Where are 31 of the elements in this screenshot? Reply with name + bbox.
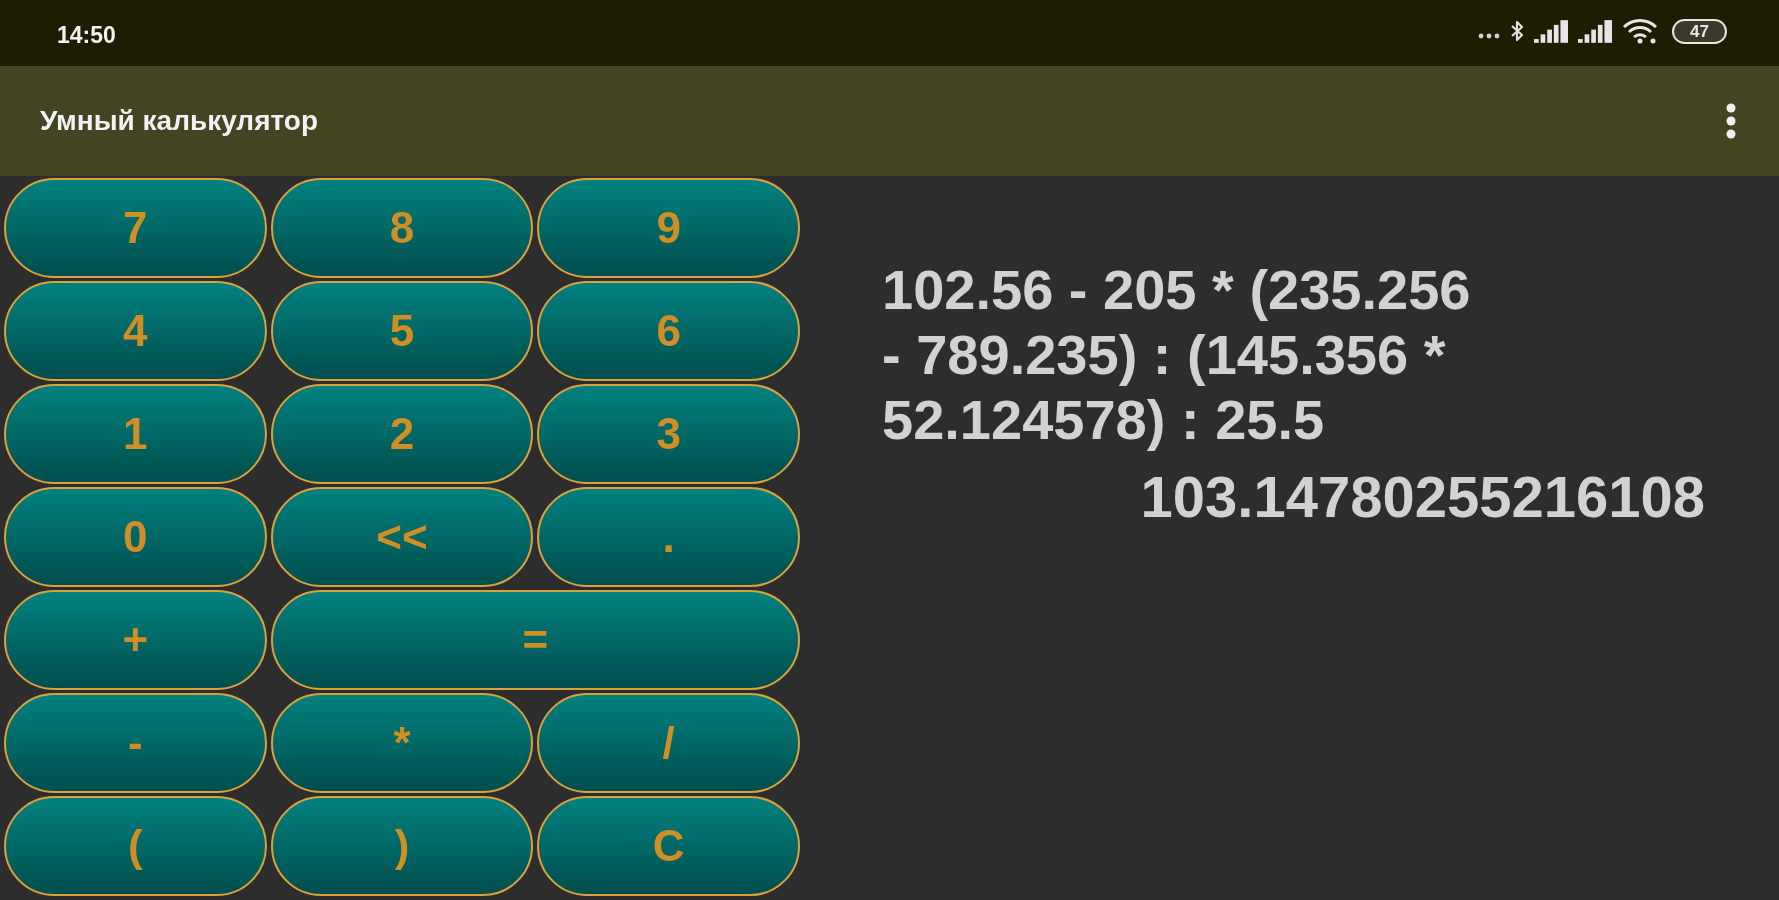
keypad-key[interactable]: 0 [4,487,267,587]
keypad-key[interactable]: 6 [537,281,800,381]
keypad-key[interactable]: 2 [270,384,534,484]
keypad-key[interactable]: = [270,590,800,690]
keypad-key[interactable]: ) [270,796,534,896]
signal-icon [1578,19,1613,43]
keypad-key[interactable]: / [537,693,800,793]
keypad-key[interactable]: 9 [537,178,800,278]
expression-text: 102.56 - 205 * (235.256 - 789.235) : (145.356 * 52.124578) : 25.5 [882,257,1472,452]
status-time: 14:50 [57,21,116,49]
battery-indicator: 47 [1672,18,1727,44]
keypad-key[interactable]: 8 [270,178,534,278]
keypad-key[interactable]: 7 [4,178,267,278]
keypad-key[interactable]: C [537,796,800,896]
keypad-key[interactable]: ( [4,796,267,896]
dots-icon [1478,33,1501,39]
keypad-key[interactable]: 1 [4,384,267,484]
keypad-key[interactable]: * [270,693,534,793]
keypad-key[interactable]: 5 [270,281,534,381]
signal-icon [1534,19,1569,43]
keypad-key[interactable]: . [537,487,800,587]
keypad-key[interactable]: << [270,487,534,587]
keypad-key[interactable]: - [4,693,267,793]
result-text: 103.14780255216108 [1140,464,1705,530]
keypad-key[interactable]: 4 [4,281,267,381]
more-options-icon[interactable] [1726,103,1736,139]
app-title: Умный калькулятор [40,105,319,137]
keypad-key[interactable]: + [4,590,267,690]
bluetooth-icon [1510,19,1525,43]
keypad-key[interactable]: 3 [537,384,800,484]
wifi-icon [1622,18,1659,44]
